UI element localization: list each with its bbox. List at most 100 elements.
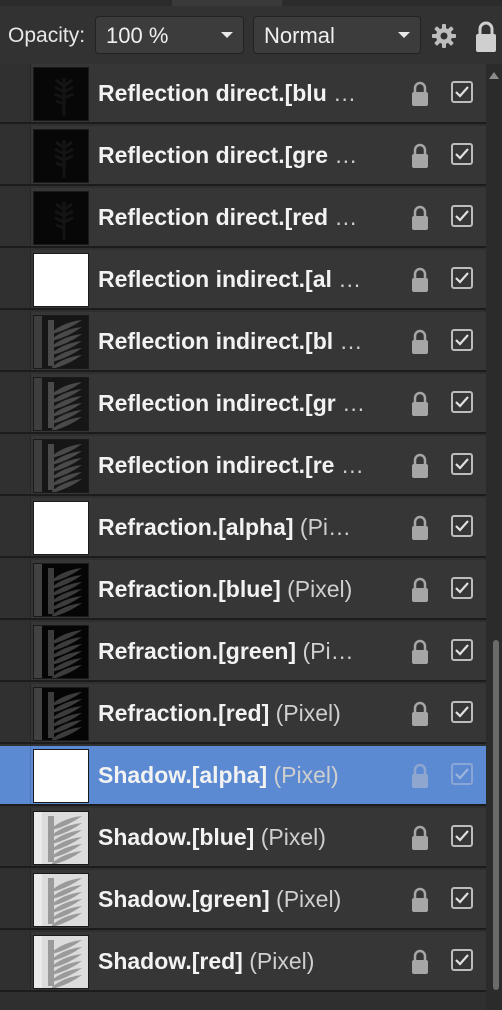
lock-icon[interactable] bbox=[409, 142, 431, 170]
layer-name-main: Reflection indirect.[bl bbox=[98, 328, 334, 354]
visibility-checkbox[interactable] bbox=[451, 639, 473, 661]
layer-row[interactable]: Reflection direct.[gre … bbox=[0, 126, 486, 186]
layer-thumbnail bbox=[33, 377, 89, 431]
layer-name: Shadow.[blue] (Pixel) bbox=[98, 823, 388, 851]
layer-row[interactable]: Reflection indirect.[gr … bbox=[0, 374, 486, 434]
layer-name-main: Shadow.[red] bbox=[98, 948, 243, 974]
layer-indent bbox=[0, 374, 31, 432]
layer-row[interactable]: Reflection indirect.[bl … bbox=[0, 312, 486, 372]
layer-name-main: Refraction.[blue] bbox=[98, 576, 281, 602]
visibility-checkbox[interactable] bbox=[451, 577, 473, 599]
layer-indent bbox=[0, 560, 31, 618]
layer-thumbnail bbox=[33, 253, 89, 307]
layer-name: Reflection indirect.[gr … bbox=[98, 389, 388, 417]
scroll-up-arrow-icon[interactable] bbox=[489, 72, 499, 79]
layer-row[interactable]: Reflection indirect.[re … bbox=[0, 436, 486, 496]
layer-row[interactable]: Reflection indirect.[al … bbox=[0, 250, 486, 310]
lock-icon[interactable] bbox=[409, 514, 431, 542]
layer-name-main: Reflection indirect.[re bbox=[98, 452, 335, 478]
visibility-checkbox[interactable] bbox=[451, 887, 473, 909]
layer-row[interactable]: Reflection direct.[red … bbox=[0, 188, 486, 248]
layer-name-main: Reflection direct.[red bbox=[98, 204, 329, 230]
chevron-down-icon bbox=[221, 32, 233, 38]
layer-type-label: (Pixel) bbox=[269, 886, 342, 912]
visibility-checkbox[interactable] bbox=[451, 453, 473, 475]
lock-icon[interactable] bbox=[409, 886, 431, 914]
lock-icon[interactable] bbox=[409, 390, 431, 418]
layer-indent bbox=[0, 498, 31, 556]
lock-icon[interactable] bbox=[409, 266, 431, 294]
layer-indent bbox=[0, 622, 31, 680]
visibility-checkbox[interactable] bbox=[451, 825, 473, 847]
layer-type-label: … bbox=[328, 204, 358, 230]
lock-icon[interactable] bbox=[409, 204, 431, 232]
visibility-checkbox[interactable] bbox=[451, 267, 473, 289]
layer-row[interactable]: Shadow.[red] (Pixel) bbox=[0, 932, 486, 992]
opacity-dropdown[interactable]: 100 % bbox=[95, 16, 244, 54]
layer-row[interactable]: Refraction.[red] (Pixel) bbox=[0, 684, 486, 744]
visibility-checkbox[interactable] bbox=[451, 143, 473, 165]
layer-name: Reflection direct.[gre … bbox=[98, 141, 388, 169]
layer-name: Reflection indirect.[bl … bbox=[98, 327, 388, 355]
blend-mode-dropdown[interactable]: Normal bbox=[253, 16, 421, 54]
layer-name-main: Refraction.[green] bbox=[98, 638, 297, 664]
scrollbar-thumb[interactable] bbox=[493, 640, 499, 990]
layer-name-main: Refraction.[alpha] bbox=[98, 514, 294, 540]
gear-icon[interactable] bbox=[430, 22, 458, 50]
layer-row[interactable]: Reflection direct.[blu … bbox=[0, 64, 486, 124]
layer-thumbnail bbox=[33, 749, 89, 803]
layer-row[interactable]: Shadow.[alpha] (Pixel) bbox=[0, 746, 486, 806]
visibility-checkbox[interactable] bbox=[451, 949, 473, 971]
layer-name: Refraction.[green] (Pi… bbox=[98, 637, 388, 665]
layer-name: Shadow.[green] (Pixel) bbox=[98, 885, 388, 913]
layer-name-main: Reflection indirect.[gr bbox=[98, 390, 336, 416]
layer-type-label: … bbox=[333, 328, 363, 354]
layer-indent bbox=[0, 808, 31, 866]
layer-name-main: Reflection direct.[blu bbox=[98, 80, 327, 106]
lock-icon[interactable] bbox=[409, 948, 431, 976]
layer-indent bbox=[0, 436, 31, 494]
layer-thumbnail bbox=[33, 811, 89, 865]
layer-name-main: Shadow.[alpha] bbox=[98, 762, 268, 788]
layer-type-label: … bbox=[331, 266, 362, 292]
layer-indent bbox=[0, 250, 31, 308]
layer-type-label: … bbox=[328, 142, 358, 168]
lock-icon[interactable] bbox=[409, 762, 431, 790]
layer-indent bbox=[0, 126, 31, 184]
lock-icon[interactable] bbox=[409, 638, 431, 666]
layer-type-label: (Pixel) bbox=[267, 762, 339, 788]
lock-icon[interactable] bbox=[409, 80, 431, 108]
layer-thumbnail bbox=[33, 315, 89, 369]
lock-icon[interactable] bbox=[409, 824, 431, 852]
layer-row[interactable]: Shadow.[green] (Pixel) bbox=[0, 870, 486, 930]
layer-name: Refraction.[alpha] (Pi… bbox=[98, 513, 388, 541]
lock-icon[interactable] bbox=[409, 700, 431, 728]
visibility-checkbox[interactable] bbox=[451, 205, 473, 227]
layer-row[interactable]: Refraction.[green] (Pi… bbox=[0, 622, 486, 682]
visibility-checkbox[interactable] bbox=[451, 391, 473, 413]
layer-type-label: … bbox=[335, 390, 366, 416]
layer-indent bbox=[0, 312, 31, 370]
layer-indent bbox=[0, 746, 31, 804]
layer-name: Reflection indirect.[al … bbox=[98, 265, 388, 293]
scrollbar[interactable] bbox=[486, 64, 502, 1010]
visibility-checkbox[interactable] bbox=[451, 763, 473, 785]
layer-name: Refraction.[red] (Pixel) bbox=[98, 699, 388, 727]
lock-icon[interactable] bbox=[409, 576, 431, 604]
layer-row[interactable]: Shadow.[blue] (Pixel) bbox=[0, 808, 486, 868]
lock-icon[interactable] bbox=[409, 328, 431, 356]
layer-thumbnail bbox=[33, 191, 89, 245]
layer-indent bbox=[0, 684, 31, 742]
visibility-checkbox[interactable] bbox=[451, 701, 473, 723]
layer-indent bbox=[0, 870, 31, 928]
layer-thumbnail bbox=[33, 563, 89, 617]
visibility-checkbox[interactable] bbox=[451, 81, 473, 103]
layer-row[interactable]: Refraction.[alpha] (Pi… bbox=[0, 498, 486, 558]
visibility-checkbox[interactable] bbox=[451, 329, 473, 351]
layer-type-label: (Pixel) bbox=[269, 700, 341, 726]
lock-icon[interactable] bbox=[409, 452, 431, 480]
layer-row[interactable]: Refraction.[blue] (Pixel) bbox=[0, 560, 486, 620]
lock-icon[interactable] bbox=[473, 20, 499, 54]
visibility-checkbox[interactable] bbox=[451, 515, 473, 537]
layer-thumbnail bbox=[33, 625, 89, 679]
